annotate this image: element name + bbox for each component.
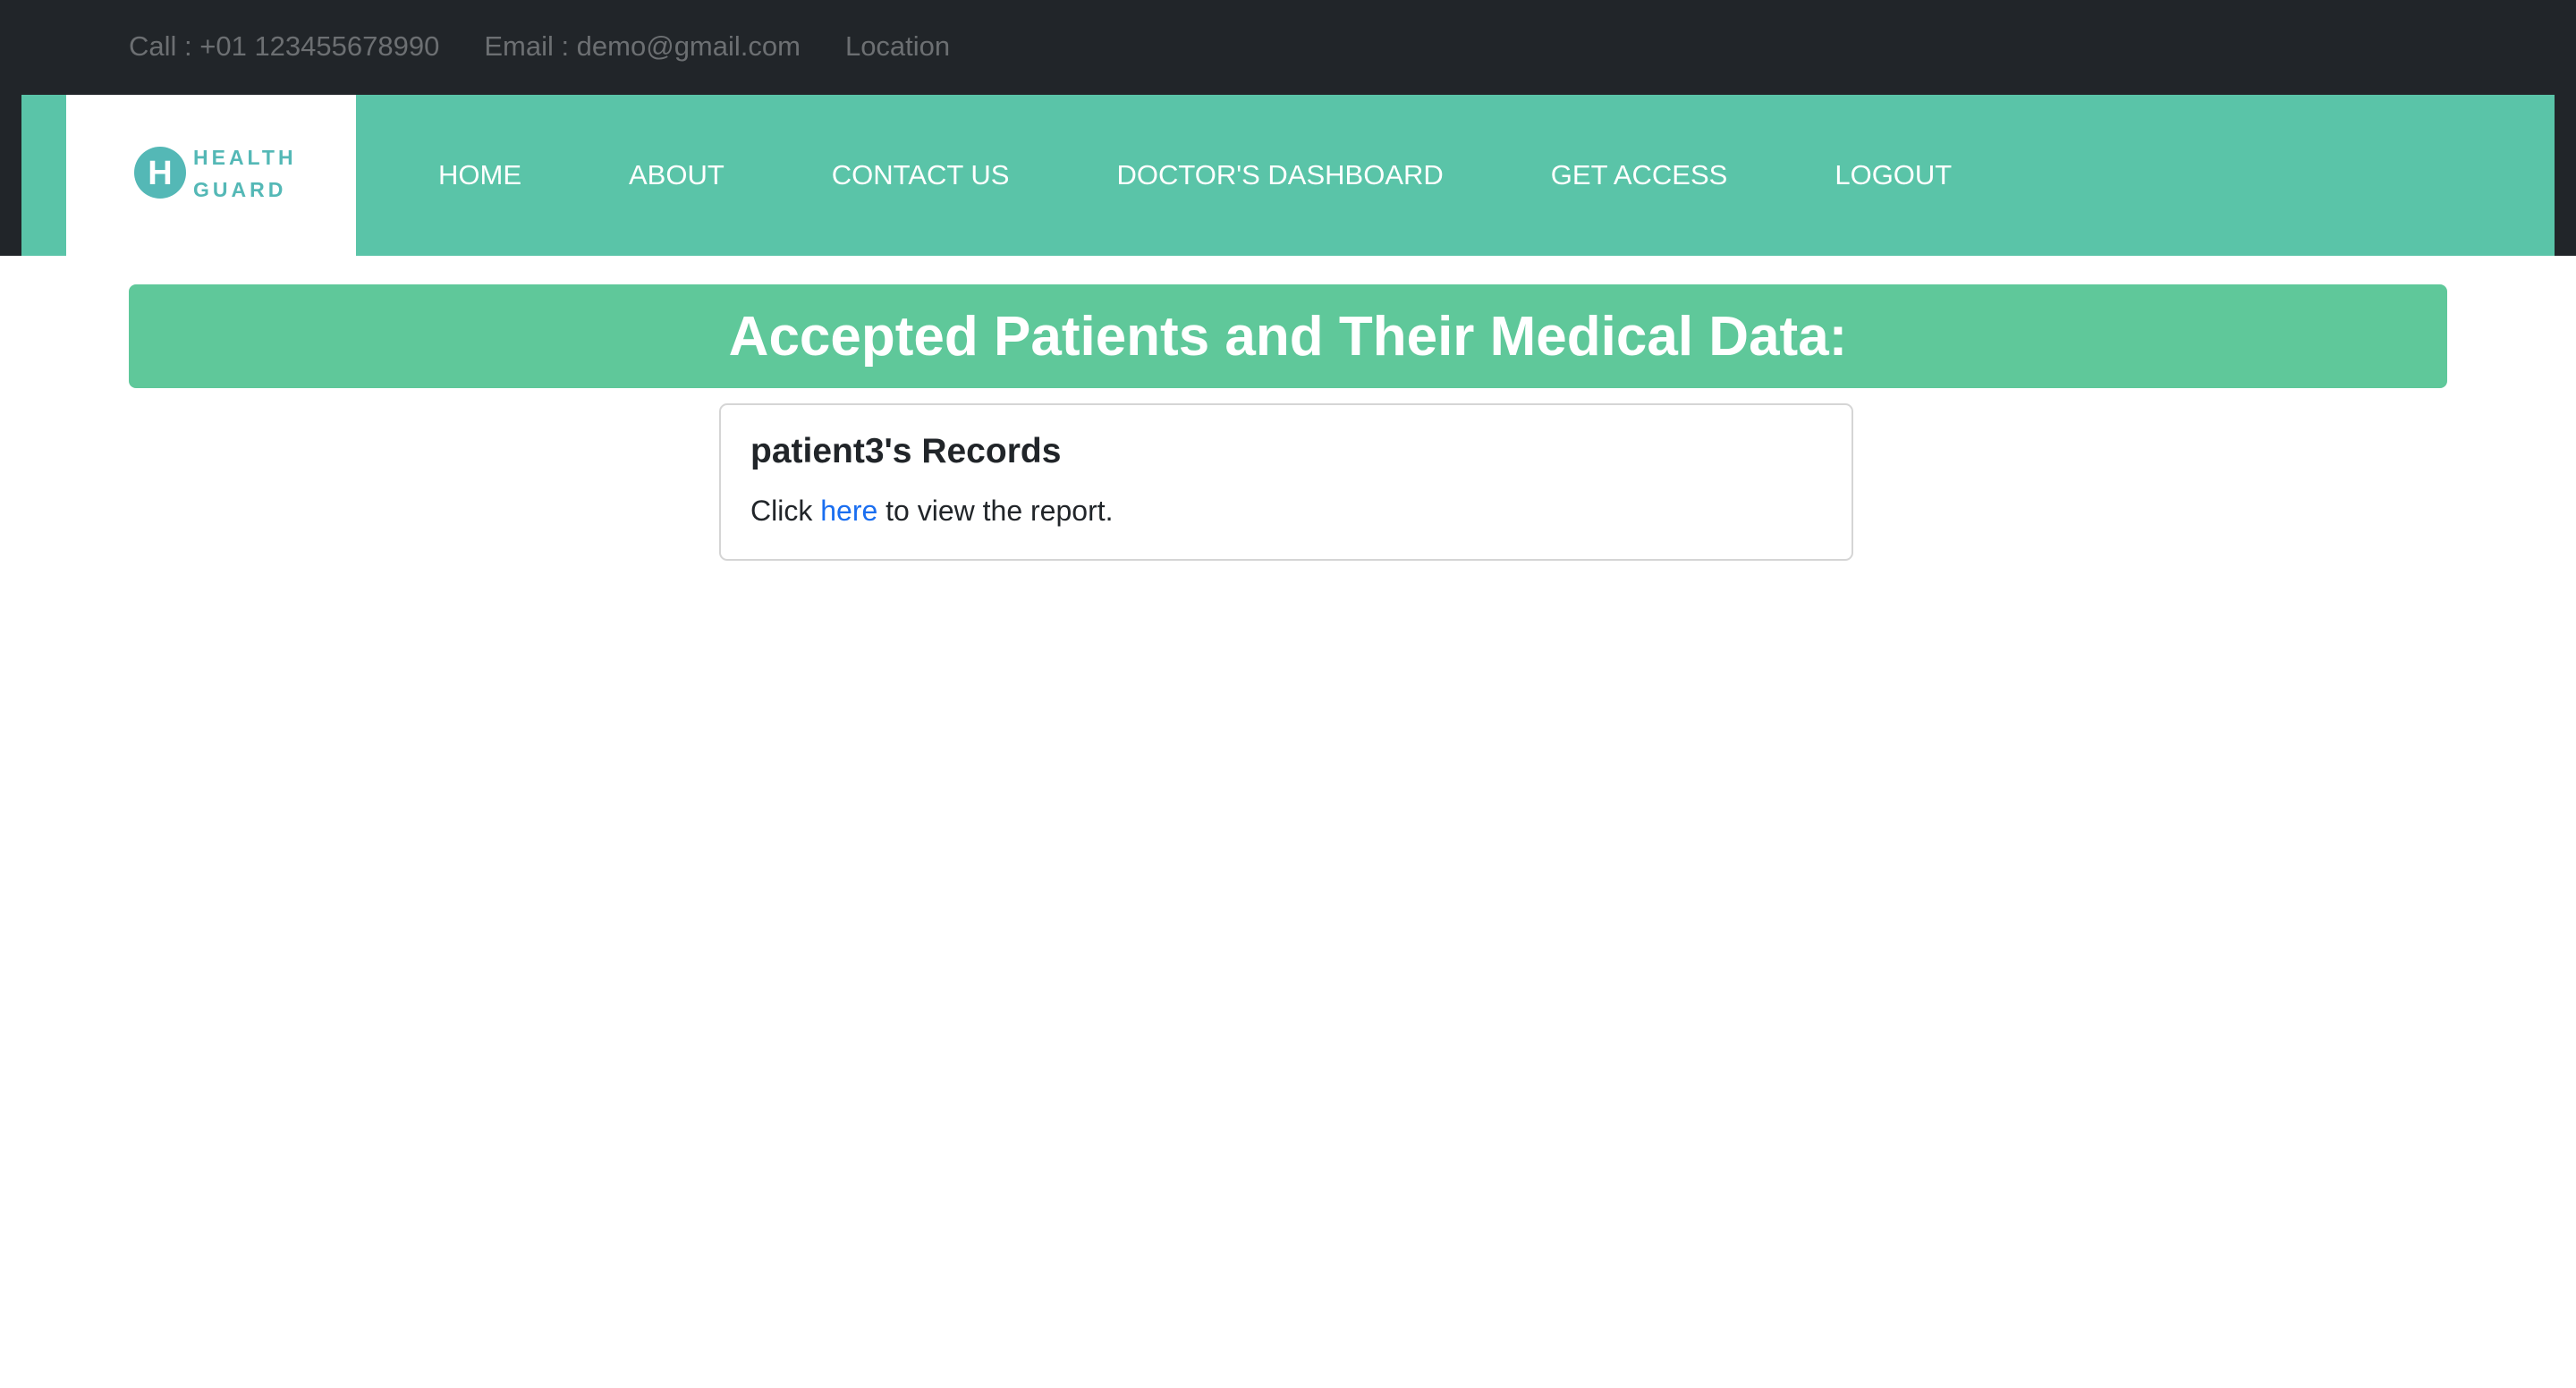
svg-text:H: H <box>148 155 172 192</box>
contact-info: Call : +01 123455678990 Email : demo@gma… <box>129 27 995 66</box>
logo-line-1: HEALTH <box>193 146 297 169</box>
record-text-after: to view the report. <box>877 495 1114 527</box>
call-info: Call : +01 123455678990 <box>129 30 440 62</box>
health-guard-logo-icon: H <box>134 147 186 199</box>
logo[interactable]: H HEALTH GUARD <box>66 95 356 256</box>
nav-logout[interactable]: LOGOUT <box>1835 159 1952 191</box>
record-title: patient3's Records <box>750 432 1062 470</box>
nav-get-access[interactable]: GET ACCESS <box>1551 159 1728 191</box>
nav-about[interactable]: ABOUT <box>629 159 724 191</box>
view-report-link[interactable]: here <box>820 495 877 527</box>
nav-links: HOME ABOUT CONTACT US DOCTOR'S DASHBOARD… <box>438 95 2059 256</box>
record-text-before: Click <box>750 495 821 527</box>
patient-record-card: patient3's Records Click here to view th… <box>719 403 1853 561</box>
record-description: Click here to view the report. <box>750 495 1114 528</box>
nav-contact-us[interactable]: CONTACT US <box>832 159 1010 191</box>
page-title: Accepted Patients and Their Medical Data… <box>728 305 1848 368</box>
logo-line-2: GUARD <box>193 178 287 201</box>
email-info: Email : demo@gmail.com <box>484 30 801 62</box>
main-navbar: H HEALTH GUARD HOME ABOUT CONTACT US DOC… <box>21 95 2555 256</box>
logo-text: HEALTH GUARD <box>193 141 297 206</box>
nav-doctors-dashboard[interactable]: DOCTOR'S DASHBOARD <box>1116 159 1443 191</box>
nav-home[interactable]: HOME <box>438 159 521 191</box>
page-title-banner: Accepted Patients and Their Medical Data… <box>129 284 2447 388</box>
location-link[interactable]: Location <box>845 30 950 63</box>
